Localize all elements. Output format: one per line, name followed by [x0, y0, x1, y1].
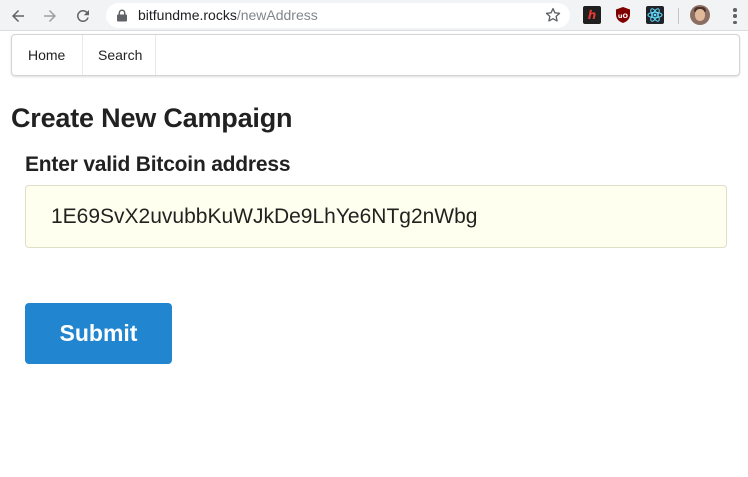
submit-button[interactable]: Submit	[25, 303, 172, 364]
bitcoin-address-label: Enter valid Bitcoin address	[25, 153, 291, 176]
toolbar-divider	[678, 8, 679, 24]
forward-arrow-icon	[44, 10, 56, 22]
page-title: Create New Campaign	[11, 103, 293, 133]
browser-menu-icon[interactable]	[727, 7, 743, 25]
bitcoin-address-input[interactable]	[25, 185, 727, 248]
lastpass-icon[interactable]: ℎ	[583, 6, 601, 24]
bookmark-star-icon[interactable]	[544, 6, 562, 24]
url-host: bitfundme.rocks	[138, 7, 237, 23]
url-text: bitfundme.rocks/newAddress	[138, 7, 318, 24]
reload-button[interactable]	[71, 4, 95, 28]
nav-item-home[interactable]: Home	[12, 35, 83, 75]
nav-item-search[interactable]: Search	[83, 35, 156, 75]
address-bar[interactable]: bitfundme.rocks/newAddress	[106, 3, 570, 28]
profile-avatar[interactable]	[690, 5, 710, 25]
reload-icon	[76, 9, 89, 22]
ublock-origin-icon[interactable]: uO	[614, 6, 632, 24]
react-devtools-icon[interactable]	[646, 6, 664, 24]
back-arrow-icon	[12, 10, 24, 22]
lock-icon	[117, 9, 127, 22]
url-path: /newAddress	[236, 7, 318, 23]
svg-text:uO: uO	[618, 12, 629, 20]
back-button[interactable]	[6, 4, 30, 28]
forward-button[interactable]	[38, 4, 62, 28]
top-nav-menu: Home Search	[11, 34, 740, 76]
browser-toolbar: bitfundme.rocks/newAddress ℎ uO	[0, 0, 748, 31]
